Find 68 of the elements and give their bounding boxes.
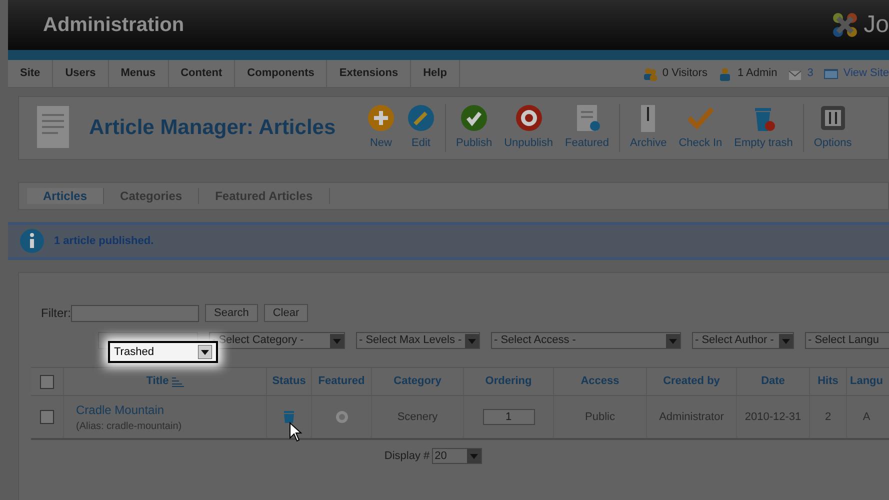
- plus-icon: [367, 104, 395, 132]
- table-cell-text: Scenery: [397, 410, 438, 425]
- menu-item[interactable]: Menus: [108, 60, 169, 87]
- menu-item[interactable]: Content: [168, 60, 236, 87]
- clear-button[interactable]: Clear: [264, 304, 308, 322]
- column-header[interactable]: Status: [272, 373, 306, 390]
- filter-field[interactable]: [71, 304, 199, 322]
- toolbar-button[interactable]: Publish: [450, 104, 498, 152]
- filter-label: Filter:: [41, 305, 71, 322]
- status-text: 0 Visitors: [662, 66, 708, 82]
- stop-icon: [514, 104, 543, 132]
- toolbar-button[interactable]: Check In: [672, 104, 728, 152]
- message-text: 1 article published.: [54, 234, 154, 249]
- toolbar-button[interactable]: Unpublish: [498, 104, 559, 152]
- menu-item[interactable]: Help: [411, 60, 460, 87]
- toolbar-button[interactable]: Edit: [401, 104, 441, 152]
- table-cell-text: Administrator: [659, 410, 724, 425]
- menu-item[interactable]: Components: [235, 60, 328, 87]
- column-header[interactable]: Langu: [850, 373, 883, 390]
- table-cell-text: A: [862, 410, 870, 425]
- toolbar-button[interactable]: Featured: [559, 104, 616, 152]
- article-link[interactable]: Cradle Mountain: [76, 400, 164, 418]
- column-header[interactable]: Title: [146, 373, 169, 390]
- users-icon: [642, 66, 658, 82]
- app-title: Administration: [43, 13, 184, 38]
- search-button[interactable]: Search: [205, 304, 258, 322]
- view-site-link[interactable]: View Site: [843, 65, 889, 82]
- menu-item[interactable]: Site: [8, 60, 54, 87]
- menu-item[interactable]: Users: [53, 60, 109, 87]
- checkbox[interactable]: [40, 410, 54, 424]
- checkbox[interactable]: [40, 374, 54, 388]
- column-header[interactable]: Hits: [818, 373, 838, 390]
- column-header[interactable]: Date: [761, 373, 785, 390]
- check-icon: [460, 104, 488, 132]
- cursor-icon: [289, 422, 303, 442]
- select-field[interactable]: - Select Access -: [491, 332, 681, 349]
- column-header[interactable]: Category: [394, 373, 442, 390]
- info-icon: [20, 229, 44, 253]
- column-header[interactable]: Featured: [318, 373, 365, 390]
- trash-icon[interactable]: [283, 410, 295, 424]
- logo-text: Jo: [864, 13, 889, 37]
- circle-icon[interactable]: [334, 410, 348, 424]
- column-header[interactable]: Access: [580, 373, 620, 390]
- sort-icon: [172, 376, 184, 386]
- status-text: 3: [807, 66, 814, 82]
- table-cell-text: 2: [824, 410, 832, 425]
- select-field[interactable]: - Select Langu: [805, 332, 889, 349]
- pagination-label: Display #: [384, 449, 430, 464]
- options-icon: [818, 104, 847, 132]
- status-text: 1 Admin: [737, 66, 778, 82]
- select-field[interactable]: - Select Author -: [692, 332, 794, 349]
- select-field[interactable]: - Select Max Levels -: [356, 332, 480, 349]
- pencil-icon: [407, 104, 435, 132]
- display-select[interactable]: 20: [432, 448, 482, 464]
- menu-item[interactable]: Extensions: [327, 60, 412, 87]
- toolbar-button[interactable]: Options: [808, 104, 858, 152]
- ordering-field[interactable]: 1: [482, 409, 534, 425]
- dropdown-arrow-icon: [198, 345, 212, 359]
- toolbar-button[interactable]: Empty trash: [728, 104, 799, 152]
- toolbar-button[interactable]: New: [361, 104, 401, 152]
- table-cell-text: 2010-12-31: [744, 410, 802, 425]
- table-cell-text: Public: [585, 410, 615, 425]
- toolbar-button[interactable]: Archive: [624, 104, 673, 152]
- column-header[interactable]: Ordering: [485, 373, 532, 390]
- page-title: Article Manager: Articles: [89, 115, 337, 142]
- tab[interactable]: Articles: [27, 188, 104, 204]
- column-header[interactable]: Created by: [663, 373, 720, 390]
- state-select[interactable]: Trashed: [108, 341, 218, 363]
